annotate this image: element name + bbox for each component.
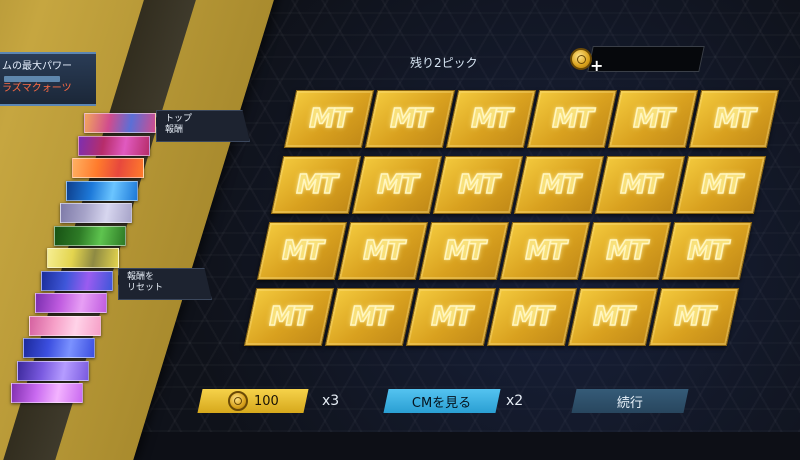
mt-logo: MT bbox=[686, 235, 727, 267]
picks-remaining: 残り2ピック bbox=[410, 56, 478, 70]
reward-strip bbox=[47, 248, 120, 268]
pick-card[interactable]: MT bbox=[283, 90, 375, 148]
reward-name: ラズマクォーツ bbox=[2, 83, 72, 94]
mt-logo: MT bbox=[457, 169, 498, 201]
mt-logo: MT bbox=[551, 103, 592, 135]
mt-logo: MT bbox=[700, 169, 741, 201]
buy-picks-button[interactable]: 100 bbox=[197, 389, 309, 413]
watch-ad-button[interactable]: CMを見る bbox=[383, 389, 501, 413]
reward-strip bbox=[71, 158, 144, 178]
pick-card[interactable]: MT bbox=[594, 156, 685, 214]
mt-logo: MT bbox=[362, 235, 403, 267]
pick-card[interactable]: MT bbox=[567, 288, 658, 346]
pick-card[interactable]: MT bbox=[324, 288, 415, 346]
pick-card[interactable]: MT bbox=[661, 222, 753, 280]
coin-balance[interactable]: + bbox=[570, 46, 705, 75]
top-reward-tooltip: トップ 報酬 bbox=[156, 110, 250, 142]
top-reward-label: トップ 報酬 bbox=[165, 114, 193, 135]
reset-reward-tooltip: 報酬を リセット bbox=[118, 268, 212, 300]
reward-strip bbox=[77, 135, 150, 156]
reward-strip bbox=[29, 315, 102, 336]
watch-ad-label: CMを見る bbox=[412, 395, 472, 411]
mt-logo: MT bbox=[443, 235, 484, 267]
pick-card[interactable]: MT bbox=[270, 156, 361, 214]
pick-card[interactable]: MT bbox=[499, 222, 591, 280]
reward-strip bbox=[23, 338, 95, 358]
pick-card[interactable]: MT bbox=[675, 156, 766, 214]
max-power-panel: ムの最大パワー ラズマクォーツ bbox=[0, 52, 96, 106]
mt-logo: MT bbox=[592, 301, 633, 333]
mt-logo: MT bbox=[713, 103, 754, 135]
mt-logo: MT bbox=[281, 235, 322, 267]
pick-card[interactable]: MT bbox=[486, 288, 577, 346]
pick-card[interactable]: MT bbox=[580, 222, 672, 280]
watch-ad-multiplier: x2 bbox=[506, 393, 524, 409]
mt-logo: MT bbox=[605, 235, 646, 267]
mt-logo: MT bbox=[632, 103, 673, 135]
reward-strip bbox=[41, 270, 114, 291]
reward-strip bbox=[59, 203, 132, 223]
coin-icon bbox=[570, 48, 592, 70]
pick-card[interactable]: MT bbox=[418, 222, 510, 280]
pick-card[interactable]: MT bbox=[432, 156, 523, 214]
pick-card[interactable]: MT bbox=[364, 90, 456, 148]
mt-logo: MT bbox=[308, 103, 349, 135]
reward-strip bbox=[84, 113, 156, 133]
mt-logo: MT bbox=[470, 103, 511, 135]
pick-card[interactable]: MT bbox=[351, 156, 442, 214]
pick-card[interactable]: MT bbox=[337, 222, 429, 280]
mt-logo: MT bbox=[389, 103, 430, 135]
mt-logo: MT bbox=[268, 301, 309, 333]
coin-balance-field bbox=[587, 46, 705, 72]
mt-logo: MT bbox=[295, 169, 336, 201]
mt-logo: MT bbox=[538, 169, 579, 201]
pick-card[interactable]: MT bbox=[648, 288, 739, 346]
continue-button[interactable]: 続行 bbox=[571, 389, 689, 413]
mt-logo: MT bbox=[430, 301, 471, 333]
mt-logo: MT bbox=[619, 169, 660, 201]
mt-logo: MT bbox=[673, 301, 714, 333]
reward-strip bbox=[10, 383, 83, 403]
pick-card[interactable]: MT bbox=[688, 90, 780, 148]
buy-picks-cost: 100 bbox=[253, 393, 279, 409]
mt-logo: MT bbox=[349, 301, 390, 333]
pick-card[interactable]: MT bbox=[607, 90, 699, 148]
reward-strip bbox=[35, 293, 108, 313]
reward-strip bbox=[16, 360, 89, 381]
mt-logo: MT bbox=[524, 235, 565, 267]
max-power-label: ムの最大パワー bbox=[2, 61, 72, 72]
pick-card[interactable]: MT bbox=[526, 90, 618, 148]
pick-card[interactable]: MT bbox=[256, 222, 348, 280]
mt-logo: MT bbox=[376, 169, 417, 201]
coin-icon bbox=[227, 391, 248, 411]
reward-strip bbox=[65, 180, 138, 201]
add-coins-icon[interactable]: + bbox=[590, 56, 603, 75]
continue-label: 続行 bbox=[616, 395, 643, 411]
pick-card[interactable]: MT bbox=[405, 288, 496, 346]
reset-reward-label: 報酬を リセット bbox=[127, 272, 164, 293]
buy-picks-multiplier: x3 bbox=[322, 393, 340, 409]
reward-strip bbox=[53, 225, 126, 246]
pick-card[interactable]: MT bbox=[243, 288, 334, 346]
mt-logo: MT bbox=[511, 301, 552, 333]
pick-card[interactable]: MT bbox=[445, 90, 537, 148]
pick-card[interactable]: MT bbox=[513, 156, 604, 214]
